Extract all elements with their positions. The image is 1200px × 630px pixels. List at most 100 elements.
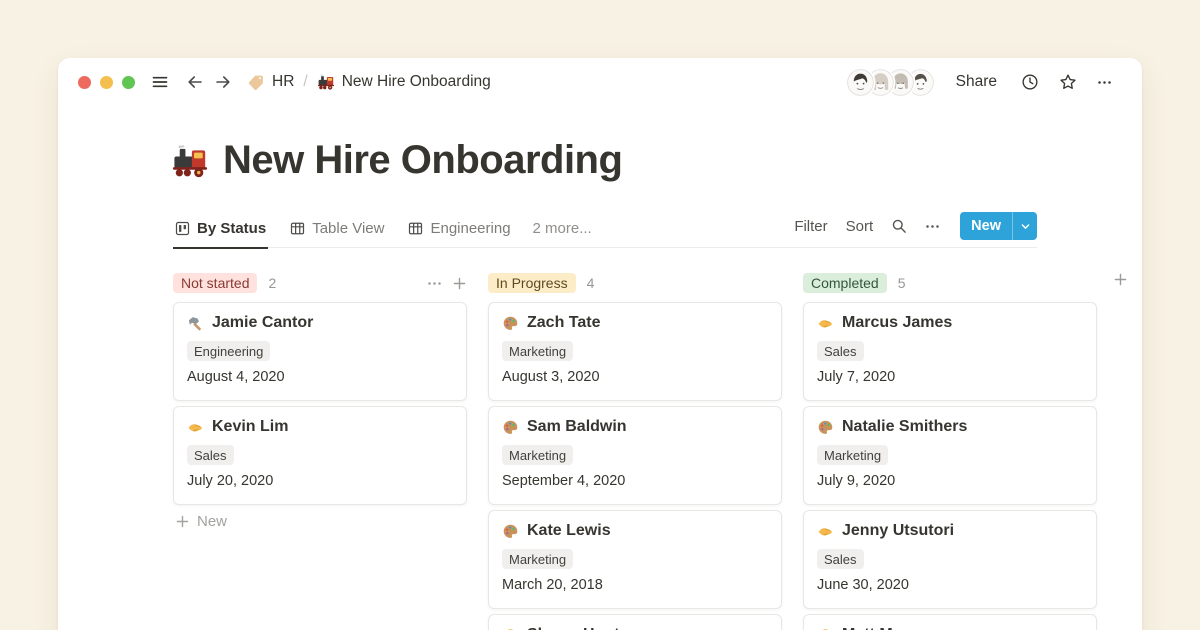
close-window-button[interactable] [78, 76, 91, 89]
kanban-board: Not started 2 Jamie Cantor Engineering A… [173, 270, 1142, 630]
card-shawn-hunt[interactable]: Shawn Hunt [488, 614, 782, 630]
tab-label: Table View [312, 220, 384, 237]
window-controls [78, 76, 135, 89]
view-toolbar: Filter Sort New [794, 212, 1037, 246]
column-options-icon[interactable] [427, 281, 442, 286]
department-tag: Marketing [817, 445, 888, 465]
card-name: Marcus James [842, 314, 952, 332]
department-tag: Marketing [502, 341, 573, 361]
column-header: Not started 2 [173, 270, 467, 296]
menu-icon[interactable] [151, 73, 169, 91]
hammer-icon [187, 315, 204, 332]
table-view-icon [408, 221, 423, 236]
breadcrumb: HR / New Hire Onboarding [247, 73, 491, 91]
tab-table-view[interactable]: Table View [288, 220, 386, 247]
zoom-window-button[interactable] [122, 76, 135, 89]
sort-button[interactable]: Sort [846, 218, 874, 235]
card-name: Zach Tate [527, 314, 601, 332]
card-name: Jamie Cantor [212, 314, 313, 332]
tab-engineering[interactable]: Engineering [406, 220, 512, 247]
column-count: 5 [898, 275, 906, 291]
card-marcus-james[interactable]: Marcus James Sales July 7, 2020 [803, 302, 1097, 401]
share-button[interactable]: Share [956, 73, 997, 91]
app-window: HR / New Hire Onboarding Share New Hire … [58, 58, 1142, 630]
minimize-window-button[interactable] [100, 76, 113, 89]
handshake-icon [187, 419, 204, 436]
status-badge[interactable]: Completed [803, 273, 887, 293]
palette-icon [502, 523, 519, 540]
add-new-card-button[interactable]: New [173, 513, 467, 530]
tab-by-status[interactable]: By Status [173, 220, 268, 249]
department-tag: Marketing [502, 549, 573, 569]
back-arrow-icon[interactable] [186, 73, 204, 91]
train-icon [171, 142, 209, 180]
card-name: Shawn Hunt [527, 626, 619, 630]
new-button-label: New [960, 218, 1012, 234]
card-name: Natalie Smithers [842, 418, 967, 436]
add-group-icon[interactable] [1113, 272, 1128, 287]
view-options-icon[interactable] [925, 224, 940, 229]
breadcrumb-workspace[interactable]: HR [272, 73, 294, 91]
card-natalie-smithers[interactable]: Natalie Smithers Marketing July 9, 2020 [803, 406, 1097, 505]
card-sam-baldwin[interactable]: Sam Baldwin Marketing September 4, 2020 [488, 406, 782, 505]
card-name: Kate Lewis [527, 522, 611, 540]
breadcrumb-page[interactable]: New Hire Onboarding [342, 73, 491, 91]
new-button[interactable]: New [960, 212, 1037, 240]
handshake-icon [817, 315, 834, 332]
breadcrumb-separator: / [303, 73, 307, 91]
card-date: June 30, 2020 [817, 577, 1083, 593]
star-icon[interactable] [1059, 73, 1077, 91]
status-badge[interactable]: In Progress [488, 273, 576, 293]
card-name: Matt Myers [842, 626, 926, 630]
plus-icon [175, 514, 190, 529]
chevron-down-icon[interactable] [1013, 221, 1037, 232]
award-icon [502, 627, 519, 630]
department-tag: Sales [817, 549, 864, 569]
column-header: Completed 5 [803, 270, 1097, 296]
avatar[interactable] [847, 69, 874, 96]
table-view-icon [290, 221, 305, 236]
view-tabs-row: By Status Table View Engineering 2 more.… [173, 211, 1037, 248]
card-matt-myers[interactable]: Matt Myers [803, 614, 1097, 630]
department-tag: Engineering [187, 341, 270, 361]
handshake-icon [817, 523, 834, 540]
card-date: September 4, 2020 [502, 473, 768, 489]
palette-icon [502, 315, 519, 332]
card-jenny-utsutori[interactable]: Jenny Utsutori Sales June 30, 2020 [803, 510, 1097, 609]
column-count: 2 [268, 275, 276, 291]
tab-label: By Status [197, 220, 266, 237]
palette-icon [817, 419, 834, 436]
forward-arrow-icon[interactable] [214, 73, 232, 91]
card-date: July 20, 2020 [187, 473, 453, 489]
card-name: Sam Baldwin [527, 418, 627, 436]
card-date: August 4, 2020 [187, 369, 453, 385]
window-topbar: HR / New Hire Onboarding Share [58, 58, 1142, 106]
clock-icon[interactable] [1021, 73, 1039, 91]
card-kevin-lim[interactable]: Kevin Lim Sales July 20, 2020 [173, 406, 467, 505]
card-date: July 7, 2020 [817, 369, 1083, 385]
collaborator-avatars [847, 69, 934, 96]
card-kate-lewis[interactable]: Kate Lewis Marketing March 20, 2018 [488, 510, 782, 609]
page-title: New Hire Onboarding [223, 138, 622, 183]
column-count: 4 [587, 275, 595, 291]
more-views-button[interactable]: 2 more... [533, 220, 592, 247]
card-zach-tate[interactable]: Zach Tate Marketing August 3, 2020 [488, 302, 782, 401]
column-header: In Progress 4 [488, 270, 782, 296]
column-not-started: Not started 2 Jamie Cantor Engineering A… [173, 270, 467, 630]
more-options-icon[interactable] [1097, 80, 1112, 85]
card-date: July 9, 2020 [817, 473, 1083, 489]
search-icon[interactable] [891, 218, 907, 234]
tag-icon [247, 73, 265, 91]
card-date: August 3, 2020 [502, 369, 768, 385]
add-card-icon[interactable] [452, 276, 467, 291]
card-name: Jenny Utsutori [842, 522, 954, 540]
page-header: New Hire Onboarding [171, 138, 622, 183]
status-badge[interactable]: Not started [173, 273, 257, 293]
department-tag: Sales [817, 341, 864, 361]
train-icon [317, 73, 335, 91]
board-view-icon [175, 221, 190, 236]
add-new-label: New [197, 513, 227, 530]
card-jamie-cantor[interactable]: Jamie Cantor Engineering August 4, 2020 [173, 302, 467, 401]
department-tag: Sales [187, 445, 234, 465]
filter-button[interactable]: Filter [794, 218, 827, 235]
